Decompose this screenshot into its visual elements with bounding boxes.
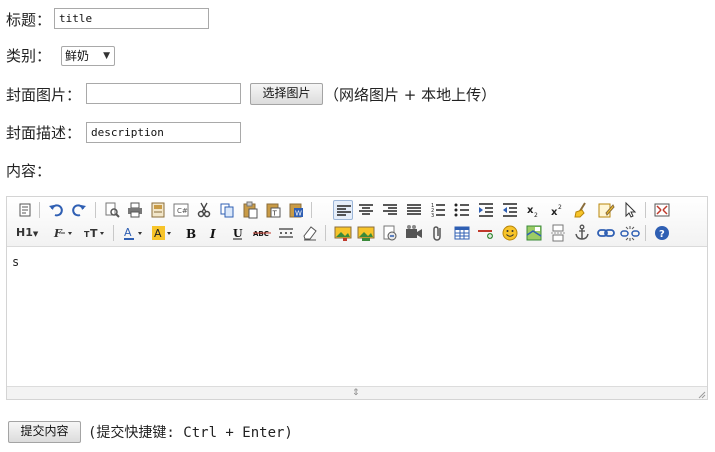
- choose-image-button[interactable]: 选择图片: [250, 83, 323, 105]
- media-icon[interactable]: [404, 223, 424, 243]
- editor-resize-bar[interactable]: ⇕: [7, 386, 707, 399]
- toolbar-separator: [645, 202, 646, 218]
- toolbar-separator: [645, 225, 646, 241]
- svg-text:?: ?: [659, 229, 665, 240]
- unlink-icon[interactable]: [620, 223, 640, 243]
- flash-icon[interactable]: [380, 223, 400, 243]
- svg-text:A: A: [154, 227, 162, 240]
- table-icon[interactable]: [452, 223, 472, 243]
- indent-icon[interactable]: [476, 200, 496, 220]
- svg-text:I: I: [209, 227, 216, 241]
- source-icon[interactable]: [15, 200, 35, 220]
- select-all-icon[interactable]: [596, 200, 616, 220]
- copy-icon[interactable]: [217, 200, 237, 220]
- toolbar-separator: [311, 202, 312, 218]
- font-family-icon[interactable]: F: [51, 223, 77, 243]
- line-height-icon[interactable]: [276, 223, 296, 243]
- cover-description-input[interactable]: [86, 122, 241, 143]
- svg-text:A: A: [124, 226, 132, 239]
- cover-image-label: 封面图片：: [6, 86, 82, 104]
- svg-text:2: 2: [558, 204, 562, 211]
- image-icon[interactable]: [333, 223, 353, 243]
- highlight-icon[interactable]: A: [150, 223, 176, 243]
- underline-icon[interactable]: U: [228, 223, 248, 243]
- editor-content-text: s: [12, 255, 20, 269]
- cut-icon[interactable]: [194, 200, 214, 220]
- link-icon[interactable]: [596, 223, 616, 243]
- heading-icon[interactable]: H1▼: [16, 223, 38, 243]
- svg-text:2: 2: [534, 212, 538, 219]
- about-icon[interactable]: ?: [652, 223, 672, 243]
- attachment-icon[interactable]: [428, 223, 448, 243]
- code-icon[interactable]: C#: [171, 200, 191, 220]
- strikethrough-icon[interactable]: ABC: [252, 223, 272, 243]
- editor-toolbar: C# T W 123 x2 x2 H1▼ F TT A A B I U ABC: [7, 197, 707, 247]
- svg-text:C#: C#: [177, 207, 188, 215]
- svg-text:T: T: [90, 227, 98, 240]
- toolbar-separator: [325, 225, 326, 241]
- cover-image-note: （网络图片 + 本地上传）: [324, 86, 497, 104]
- cover-image-input[interactable]: [86, 83, 241, 104]
- insert-map-icon[interactable]: [524, 223, 544, 243]
- title-input[interactable]: [54, 8, 209, 29]
- cover-description-label: 封面描述：: [6, 124, 82, 142]
- justify-full-icon[interactable]: [404, 200, 424, 220]
- undo-icon[interactable]: [46, 200, 66, 220]
- fullscreen-icon[interactable]: [652, 200, 672, 220]
- rich-text-editor: C# T W 123 x2 x2 H1▼ F TT A A B I U ABC: [6, 196, 708, 400]
- emoticon-icon[interactable]: [500, 223, 520, 243]
- ordered-list-icon[interactable]: 123: [428, 200, 448, 220]
- font-size-icon[interactable]: TT: [82, 223, 108, 243]
- page-break-icon[interactable]: [548, 223, 568, 243]
- svg-text:T: T: [272, 210, 278, 218]
- svg-text:3: 3: [431, 213, 434, 219]
- text-color-icon[interactable]: A: [121, 223, 147, 243]
- svg-text:U: U: [233, 227, 243, 240]
- preview-icon[interactable]: [102, 200, 122, 220]
- anchor-icon[interactable]: [572, 223, 592, 243]
- multi-image-icon[interactable]: [356, 223, 376, 243]
- svg-text:ABC: ABC: [253, 230, 269, 238]
- resize-corner-icon[interactable]: [696, 389, 706, 399]
- toolbar-separator: [113, 225, 114, 241]
- category-select[interactable]: 鲜奶 ▼: [61, 46, 115, 66]
- print-icon[interactable]: [125, 200, 145, 220]
- cursor-icon[interactable]: [620, 200, 640, 220]
- submit-shortcut-hint: (提交快捷键: Ctrl + Enter): [88, 425, 293, 441]
- category-selected-value: 鲜奶: [65, 49, 90, 63]
- toolbar-separator: [39, 202, 40, 218]
- paste-text-icon[interactable]: T: [263, 200, 283, 220]
- title-label: 标题：: [6, 11, 52, 29]
- svg-text:W: W: [295, 210, 302, 218]
- category-label: 类别：: [6, 47, 52, 65]
- unordered-list-icon[interactable]: [452, 200, 472, 220]
- toolbar-separator: [95, 202, 96, 218]
- bold-icon[interactable]: B: [180, 223, 200, 243]
- justify-right-icon[interactable]: [380, 200, 400, 220]
- justify-left-icon[interactable]: [333, 200, 353, 220]
- svg-text:x: x: [551, 207, 558, 218]
- italic-icon[interactable]: I: [204, 223, 224, 243]
- outdent-icon[interactable]: [500, 200, 520, 220]
- chevron-down-icon: ▼: [103, 51, 110, 61]
- justify-center-icon[interactable]: [356, 200, 376, 220]
- editor-content-area[interactable]: s: [7, 247, 707, 387]
- paste-word-icon[interactable]: W: [286, 200, 306, 220]
- horizontal-line-icon[interactable]: [476, 223, 496, 243]
- content-label: 内容：: [6, 162, 52, 180]
- svg-text:B: B: [186, 227, 196, 241]
- svg-text:x: x: [527, 205, 534, 216]
- remove-format-icon[interactable]: [300, 223, 320, 243]
- submit-content-button[interactable]: 提交内容: [8, 421, 81, 443]
- resize-grip-icon[interactable]: ⇕: [352, 388, 360, 398]
- superscript-icon[interactable]: x2: [548, 200, 568, 220]
- redo-icon[interactable]: [69, 200, 89, 220]
- subscript-icon[interactable]: x2: [524, 200, 544, 220]
- template-icon[interactable]: [148, 200, 168, 220]
- clear-format-icon[interactable]: [572, 200, 592, 220]
- paste-icon[interactable]: [240, 200, 260, 220]
